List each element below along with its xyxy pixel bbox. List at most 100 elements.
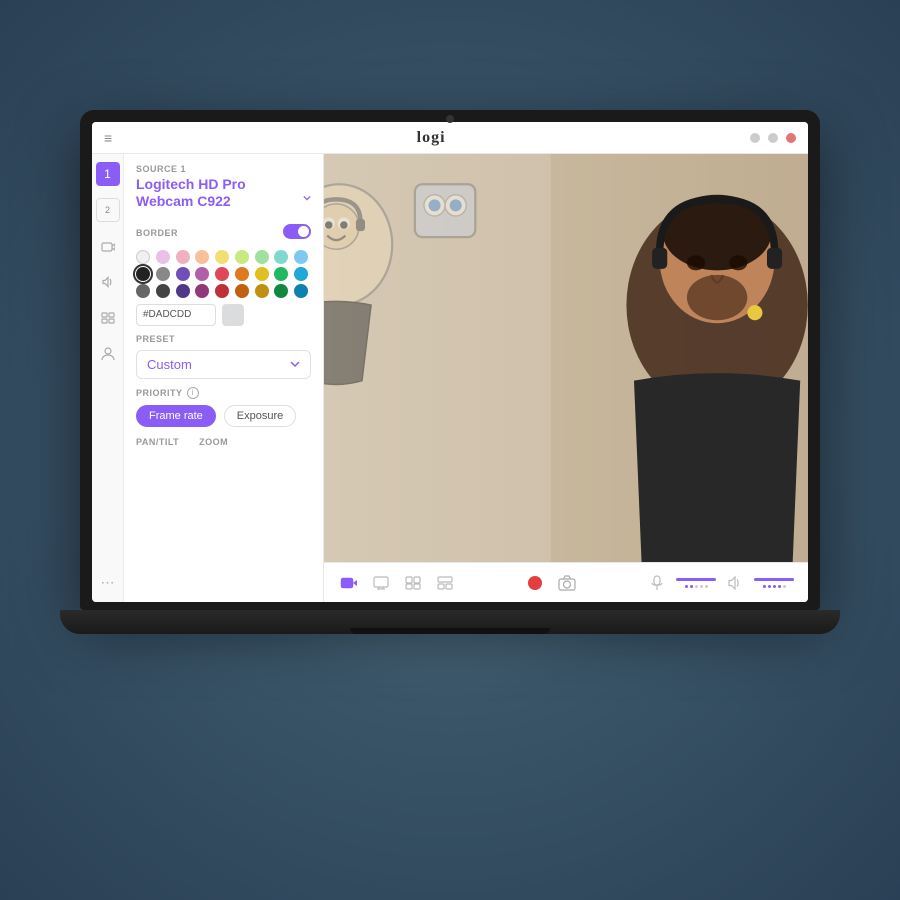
color-swatch[interactable] [136, 284, 150, 298]
mic-dot [700, 585, 703, 588]
toolbar-center-controls [524, 572, 578, 594]
maximize-button[interactable] [768, 133, 778, 143]
color-input-row [136, 304, 311, 326]
color-swatch[interactable] [274, 267, 288, 281]
color-hex-input[interactable] [136, 304, 216, 326]
source-selector[interactable]: Logitech HD Pro Webcam C922 [136, 176, 311, 220]
sidebar-item-grid[interactable] [96, 306, 120, 330]
color-swatch[interactable] [235, 267, 249, 281]
volume-slider-group[interactable] [754, 578, 794, 588]
layout2-icon [437, 576, 453, 590]
color-swatch[interactable] [156, 284, 170, 298]
volume-dot [773, 585, 776, 588]
color-swatch[interactable] [176, 250, 190, 264]
monitor-button[interactable] [370, 572, 392, 594]
bottom-toolbar [324, 562, 808, 602]
camera-view-button[interactable] [338, 572, 360, 594]
zoom-label: ZOOM [199, 437, 228, 447]
snapshot-button[interactable] [556, 572, 578, 594]
priority-info-icon[interactable]: i [187, 387, 199, 399]
color-swatch[interactable] [156, 267, 170, 281]
snapshot-icon [558, 575, 576, 591]
color-swatch-selected[interactable] [136, 267, 150, 281]
source-chevron-icon [303, 195, 311, 201]
person-icon [101, 347, 115, 361]
video-content: logi [324, 154, 808, 562]
color-swatch[interactable] [215, 284, 229, 298]
volume-dot [778, 585, 781, 588]
source2-label: 2 [105, 205, 110, 215]
color-swatch[interactable] [195, 284, 209, 298]
source-name: Logitech HD Pro Webcam C922 [136, 176, 303, 210]
titlebar-controls [750, 133, 796, 143]
color-swatch[interactable] [215, 267, 229, 281]
mic-icon [651, 575, 663, 591]
sidebar-item-source1[interactable]: 1 [96, 162, 120, 186]
app-logo: logi [417, 129, 446, 147]
grid-icon [101, 312, 115, 324]
pan-tilt-label: PAN/TILT [136, 437, 179, 447]
sidebar-item-source2[interactable]: 2 [96, 198, 120, 222]
preset-dropdown[interactable]: Custom [136, 350, 311, 379]
menu-icon[interactable]: ≡ [104, 130, 112, 146]
source-section-label: SOURCE 1 [136, 164, 311, 174]
color-swatch[interactable] [176, 267, 190, 281]
framerate-button[interactable]: Frame rate [136, 405, 216, 427]
mic-slider-group[interactable] [676, 578, 716, 588]
mic-slider-bar [676, 578, 716, 581]
sidebar-more[interactable]: ⋯ [96, 570, 120, 594]
sidebar-item-volume[interactable] [96, 270, 120, 294]
color-swatch[interactable] [136, 250, 150, 264]
close-button[interactable] [786, 133, 796, 143]
border-toggle[interactable] [283, 224, 311, 239]
record-button[interactable] [524, 572, 546, 594]
mic-slider-dots [685, 585, 708, 588]
color-swatch[interactable] [274, 250, 288, 264]
color-palette [136, 250, 311, 298]
preset-value: Custom [147, 357, 192, 372]
mic-button[interactable] [646, 572, 668, 594]
volume-dot [768, 585, 771, 588]
preset-section-label: PRESET [136, 334, 311, 344]
color-swatch[interactable] [274, 284, 288, 298]
record-icon [527, 575, 543, 591]
color-swatch[interactable] [255, 267, 269, 281]
color-preview[interactable] [222, 304, 244, 326]
color-swatch[interactable] [294, 284, 308, 298]
layout1-button[interactable] [402, 572, 424, 594]
exposure-button[interactable]: Exposure [224, 405, 296, 427]
sidebar-item-person[interactable] [96, 342, 120, 366]
app-titlebar: ≡ logi [92, 122, 808, 154]
volume-button[interactable] [724, 572, 746, 594]
color-swatch[interactable] [176, 284, 190, 298]
border-label: BORDER [136, 228, 178, 238]
laptop-wrapper: ≡ logi 1 2 [70, 110, 830, 790]
color-swatch[interactable] [195, 250, 209, 264]
mic-dot [695, 585, 698, 588]
color-swatch[interactable] [255, 284, 269, 298]
laptop-base [60, 610, 840, 634]
priority-buttons: Frame rate Exposure [136, 405, 311, 427]
color-swatch[interactable] [255, 250, 269, 264]
main-content: logi [324, 154, 808, 602]
priority-row: PRIORITY i [136, 387, 311, 399]
color-swatch[interactable] [294, 250, 308, 264]
monitor-icon [373, 576, 389, 590]
minimize-button[interactable] [750, 133, 760, 143]
camera-icon [101, 240, 115, 252]
volume-icon [101, 276, 115, 288]
camera-view-icon [340, 575, 358, 591]
volume-slider-dots [763, 585, 786, 588]
sidebar-item-camera[interactable] [96, 234, 120, 258]
color-swatch[interactable] [235, 250, 249, 264]
video-area: logi [324, 154, 808, 562]
color-swatch[interactable] [235, 284, 249, 298]
mic-dot [690, 585, 693, 588]
color-swatch[interactable] [294, 267, 308, 281]
layout2-button[interactable] [434, 572, 456, 594]
color-swatch[interactable] [195, 267, 209, 281]
app-body: 1 2 [92, 154, 808, 602]
color-swatch[interactable] [156, 250, 170, 264]
color-swatch[interactable] [215, 250, 229, 264]
laptop-camera [446, 115, 454, 123]
